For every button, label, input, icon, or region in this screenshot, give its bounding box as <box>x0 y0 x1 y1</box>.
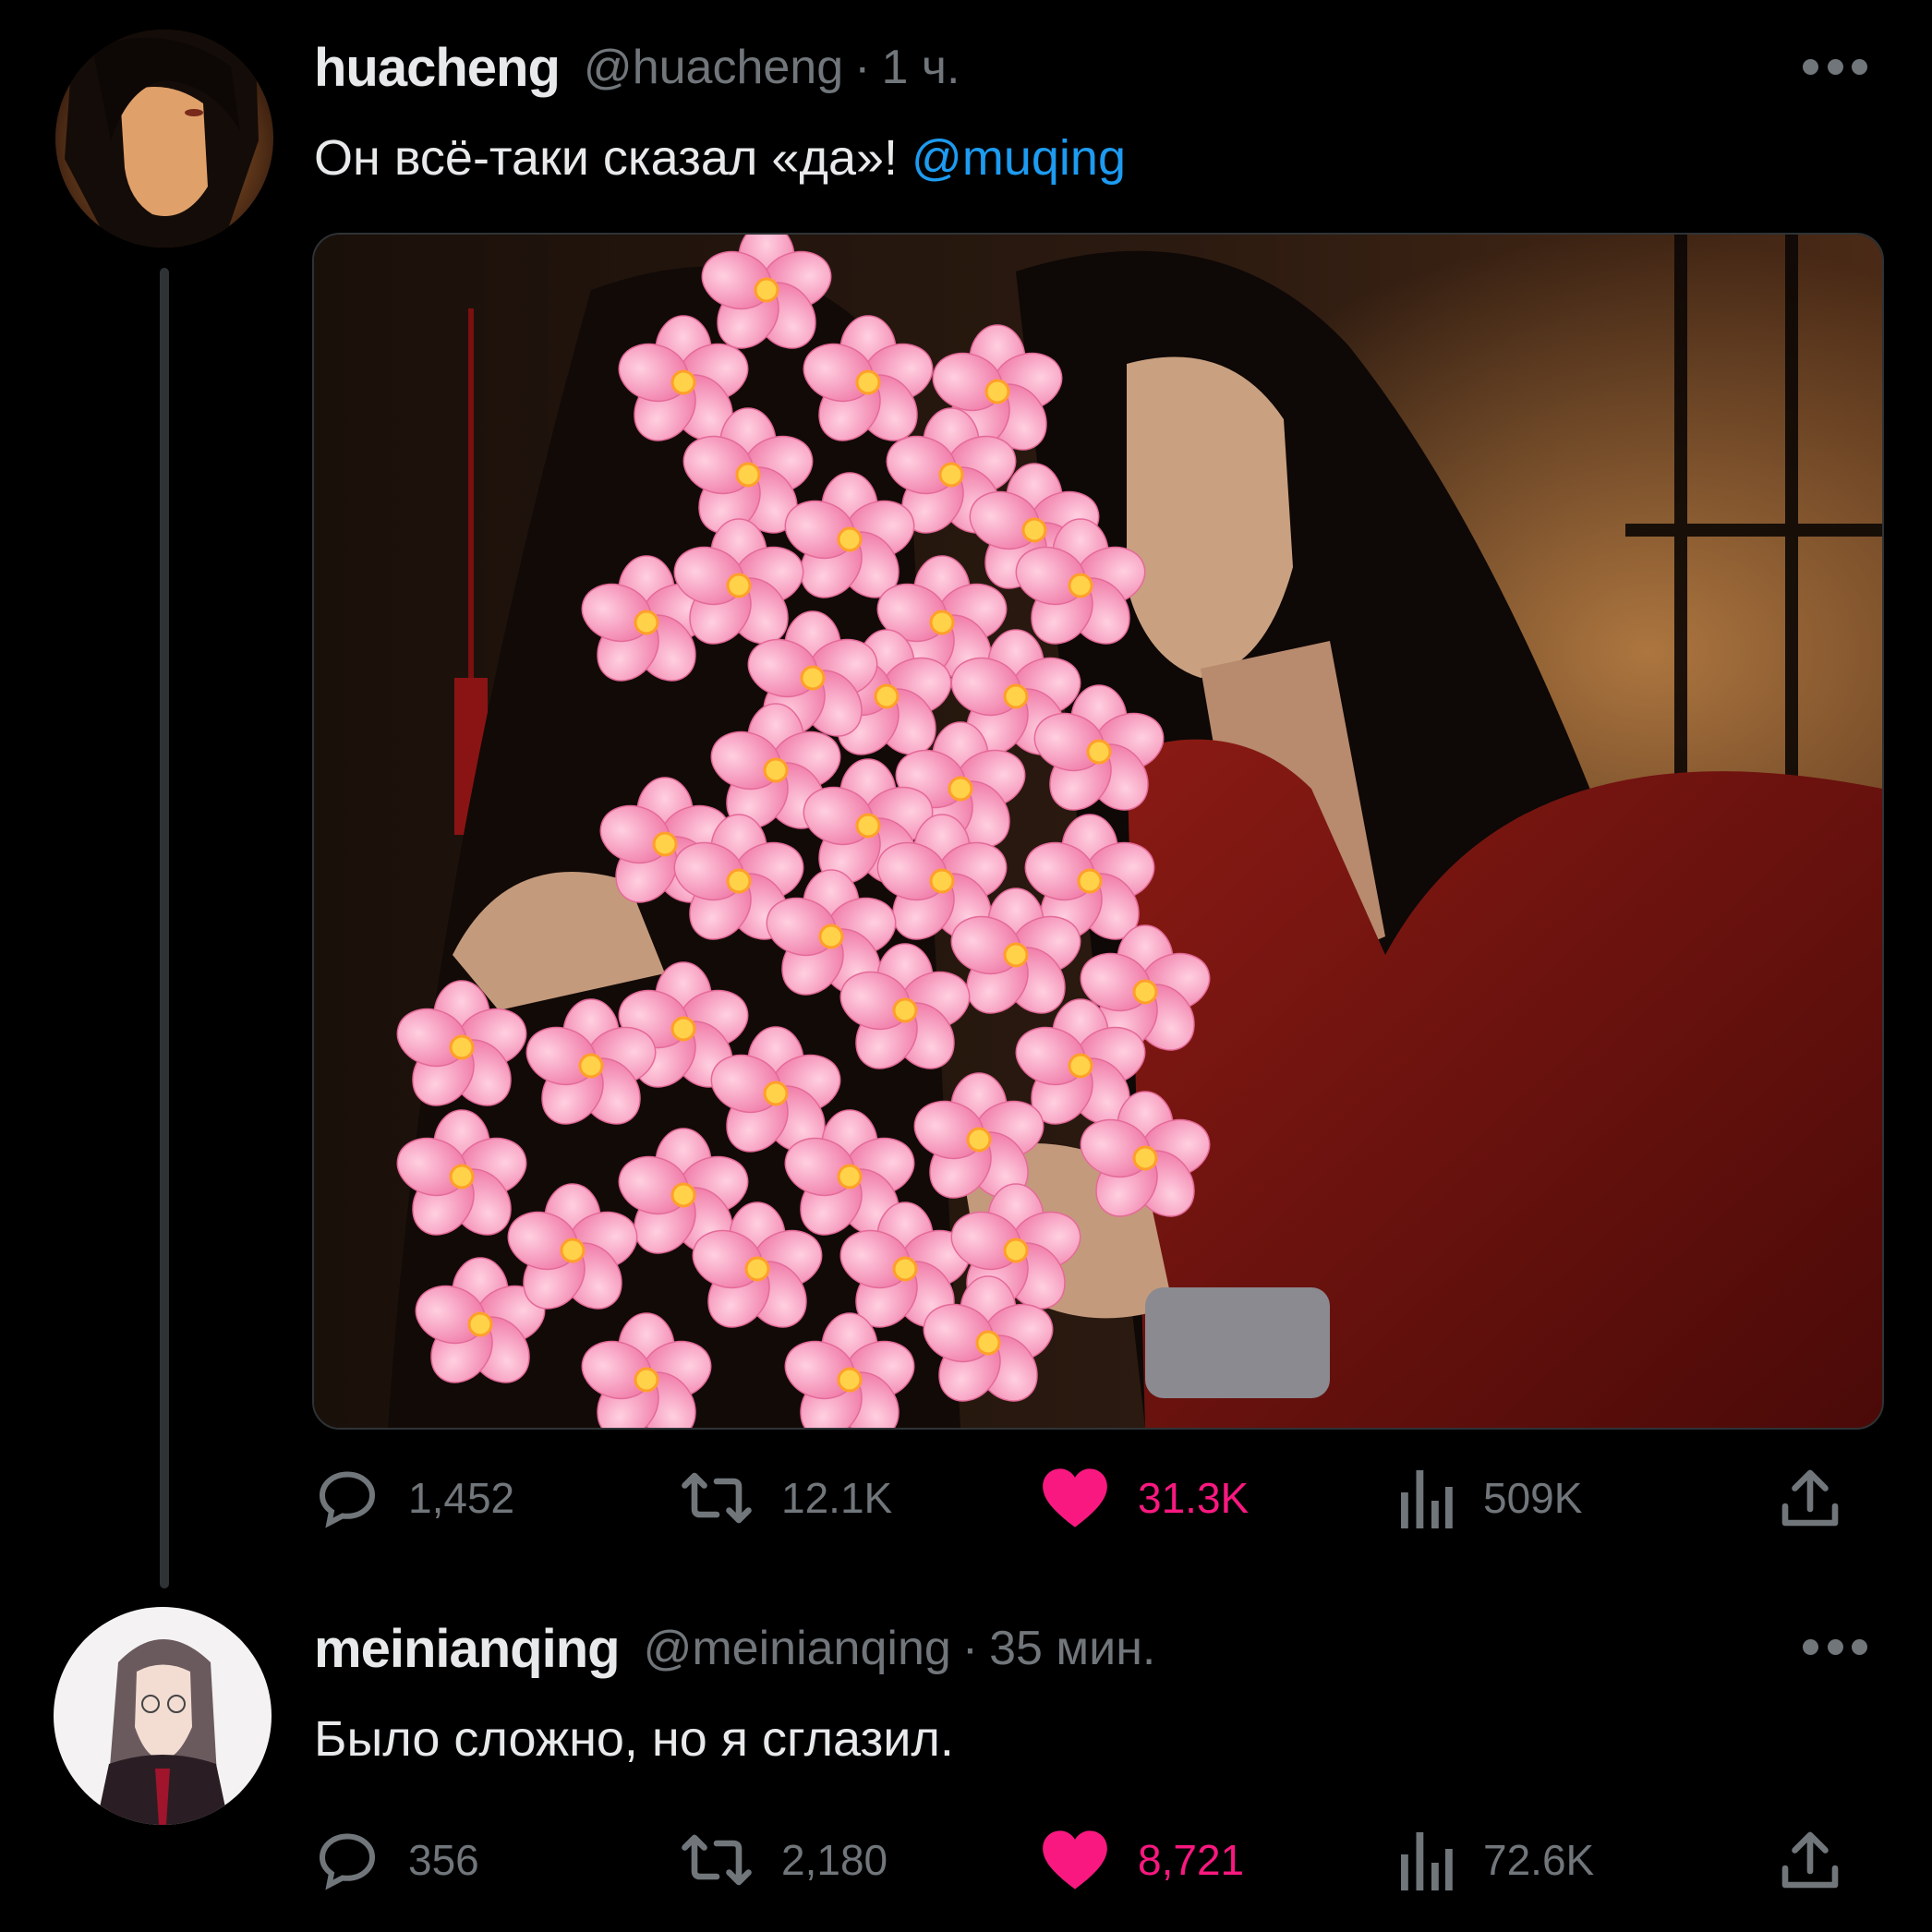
views-icon <box>1401 1832 1453 1890</box>
views-button[interactable]: 509K <box>1396 1452 1582 1544</box>
tweet-body: Было сложно, но я сглазил. <box>314 1711 954 1767</box>
retweet-icon <box>682 1472 752 1524</box>
illustration <box>314 235 1882 1428</box>
user-handle[interactable]: @huacheng <box>584 40 843 95</box>
tweet-text: Он всё-таки сказал «да»! @muqing <box>314 129 1126 187</box>
timestamp[interactable]: 35 мин. <box>989 1621 1155 1676</box>
retweet-icon <box>682 1834 752 1886</box>
tweet-image[interactable] <box>312 233 1884 1430</box>
more-dot <box>1852 1638 1867 1655</box>
separator: · <box>854 41 871 94</box>
display-name[interactable]: meinianqing <box>314 1618 621 1680</box>
tweet-text: Было сложно, но я сглазил. <box>314 1710 954 1768</box>
avatar-huacheng[interactable] <box>55 30 273 248</box>
reply-icon <box>319 1471 376 1528</box>
retweet-count: 2,180 <box>781 1836 888 1884</box>
reply-button[interactable]: 1,452 <box>314 1452 514 1544</box>
reply-button[interactable]: 356 <box>314 1814 479 1906</box>
like-button[interactable]: 8,721 <box>1040 1814 1244 1906</box>
views-count: 72.6K <box>1483 1836 1595 1884</box>
separator: · <box>961 1622 979 1675</box>
reply-count: 356 <box>408 1836 479 1884</box>
views-button[interactable]: 72.6K <box>1396 1814 1594 1906</box>
timestamp[interactable]: 1 ч. <box>881 40 960 95</box>
share-icon <box>1781 1831 1839 1889</box>
more-dot <box>1803 1638 1818 1655</box>
tweet-body: Он всё-таки сказал «да»! <box>314 130 899 186</box>
retweet-button[interactable]: 12.1K <box>680 1452 892 1544</box>
views-count: 509K <box>1483 1474 1583 1522</box>
more-dot <box>1852 58 1867 75</box>
retweet-count: 12.1K <box>781 1474 893 1522</box>
retweet-button[interactable]: 2,180 <box>680 1814 888 1906</box>
heart-icon <box>1043 1830 1107 1890</box>
like-count: 31.3K <box>1138 1474 1250 1522</box>
share-button[interactable] <box>1777 1814 1843 1906</box>
thread-line <box>160 268 169 1588</box>
tweet-actions: 356 2,180 8,721 72.6K <box>314 1814 1847 1906</box>
more-icon[interactable] <box>1803 53 1867 80</box>
tweet-actions: 1,452 12.1K 31.3K 509K <box>314 1452 1847 1544</box>
share-icon <box>1781 1469 1839 1527</box>
more-icon[interactable] <box>1803 1633 1867 1660</box>
tweet-header: meinianqing @meinianqing · 35 мин. <box>314 1616 1155 1681</box>
reply-count: 1,452 <box>408 1474 515 1522</box>
mention-link[interactable]: @muqing <box>912 130 1126 186</box>
share-button[interactable] <box>1777 1452 1843 1544</box>
like-count: 8,721 <box>1138 1836 1245 1884</box>
more-dot <box>1827 58 1843 75</box>
user-handle[interactable]: @meinianqing <box>644 1621 951 1676</box>
like-button[interactable]: 31.3K <box>1040 1452 1249 1544</box>
avatar-meinianqing[interactable] <box>54 1607 272 1825</box>
reply-icon <box>319 1833 376 1890</box>
display-name[interactable]: huacheng <box>314 37 561 99</box>
more-dot <box>1803 58 1818 75</box>
tweet-header: huacheng @huacheng · 1 ч. <box>314 35 960 100</box>
heart-icon <box>1043 1468 1107 1527</box>
views-icon <box>1401 1470 1453 1528</box>
more-dot <box>1827 1638 1843 1655</box>
